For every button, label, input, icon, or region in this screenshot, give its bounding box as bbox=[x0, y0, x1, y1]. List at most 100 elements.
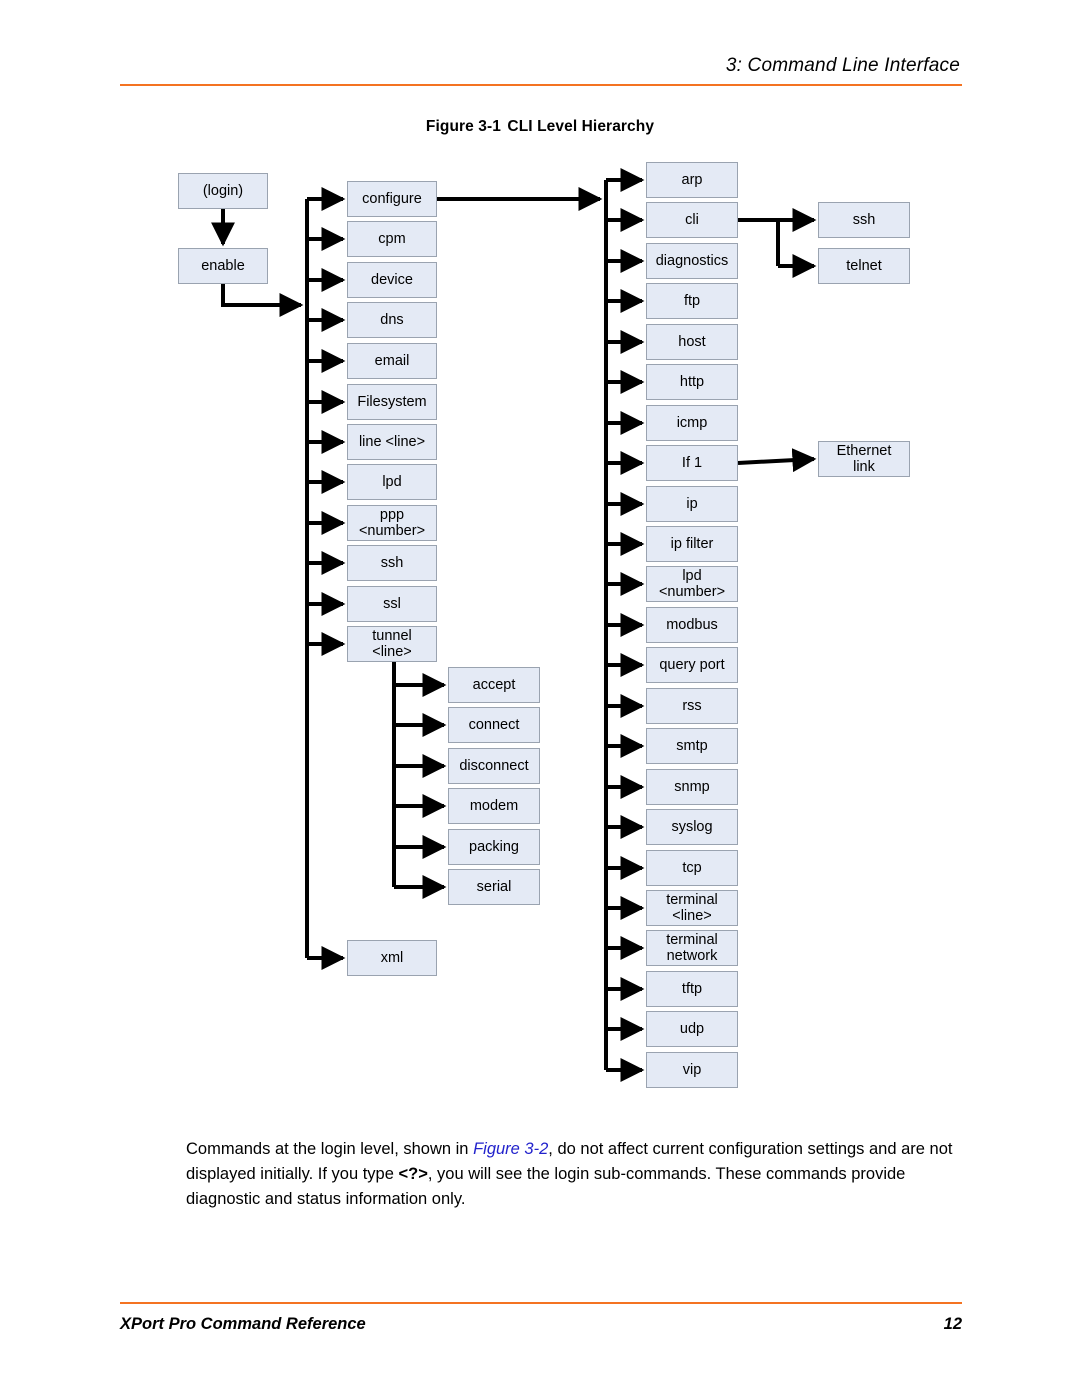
node-label: udp bbox=[679, 1021, 705, 1037]
node-terminal-network: terminal network bbox=[646, 930, 738, 966]
node-label: host bbox=[678, 334, 706, 350]
node-label: tunnel <line> bbox=[372, 628, 412, 660]
node-label: email bbox=[374, 353, 410, 369]
footer-rule bbox=[120, 1302, 962, 1304]
node-lpd-number: lpd <number> bbox=[646, 566, 738, 602]
node-accept: accept bbox=[448, 667, 540, 703]
node-xml: xml bbox=[347, 940, 437, 976]
node-label: ftp bbox=[683, 293, 701, 309]
node-ipfilter: ip filter bbox=[646, 526, 738, 562]
node-label: Filesystem bbox=[357, 394, 427, 410]
node-label: smtp bbox=[676, 738, 708, 754]
node-if1: If 1 bbox=[646, 445, 738, 481]
node-ethernet-link: Ethernet link bbox=[818, 441, 910, 477]
node-vip: vip bbox=[646, 1052, 738, 1088]
node-ssh-right: ssh bbox=[818, 202, 910, 238]
node-label: ip bbox=[686, 496, 698, 512]
node-ftp: ftp bbox=[646, 283, 738, 319]
node-label: serial bbox=[476, 879, 512, 895]
node-syslog: syslog bbox=[646, 809, 738, 845]
node-label: If 1 bbox=[681, 455, 703, 471]
node-diagnostics: diagnostics bbox=[646, 243, 738, 279]
node-label: xml bbox=[380, 950, 404, 966]
document-page: 3: Command Line Interface Figure 3-1 CLI… bbox=[0, 0, 1080, 1397]
node-label: ip filter bbox=[670, 536, 714, 552]
node-packing: packing bbox=[448, 829, 540, 865]
node-label: telnet bbox=[846, 258, 882, 274]
paragraph-part-1: Commands at the login level, shown in bbox=[186, 1139, 474, 1158]
node-lpd: lpd bbox=[347, 464, 437, 500]
node-dns: dns bbox=[347, 302, 437, 338]
node-label: connect bbox=[468, 717, 520, 733]
footer-document-title: XPort Pro Command Reference bbox=[120, 1315, 366, 1333]
node-tcp: tcp bbox=[646, 850, 738, 886]
node-label: tftp bbox=[681, 981, 703, 997]
node-label: lpd bbox=[382, 474, 402, 490]
node-connect: connect bbox=[448, 707, 540, 743]
node-snmp: snmp bbox=[646, 769, 738, 805]
node-label: dns bbox=[380, 312, 404, 328]
node-http: http bbox=[646, 364, 738, 400]
node-ppp: ppp <number> bbox=[347, 505, 437, 541]
node-device: device bbox=[347, 262, 437, 298]
node-disconnect: disconnect bbox=[448, 748, 540, 784]
node-label: (login) bbox=[202, 183, 244, 199]
node-label: ppp <number> bbox=[358, 507, 426, 539]
body-paragraph: Commands at the login level, shown in Fi… bbox=[186, 1137, 961, 1212]
node-label: diagnostics bbox=[655, 253, 729, 269]
node-label: packing bbox=[469, 839, 519, 855]
node-icmp: icmp bbox=[646, 405, 738, 441]
question-mark-key: <?> bbox=[398, 1164, 428, 1183]
node-label: Ethernet link bbox=[836, 443, 892, 475]
cli-hierarchy-diagram: (login) enable configure cpm device dns email F… bbox=[0, 0, 1080, 1110]
node-tftp: tftp bbox=[646, 971, 738, 1007]
node-ssh-left: ssh bbox=[347, 545, 437, 581]
node-label: lpd <number> bbox=[658, 568, 726, 600]
connector-enable-elbow bbox=[221, 284, 287, 307]
node-label: ssh bbox=[852, 212, 876, 228]
node-enable: enable bbox=[178, 248, 268, 284]
node-label: enable bbox=[201, 258, 245, 274]
node-label: cli bbox=[685, 212, 699, 228]
node-label: terminal network bbox=[666, 932, 718, 964]
node-label: disconnect bbox=[459, 758, 529, 774]
node-label: snmp bbox=[674, 779, 710, 795]
node-label: modem bbox=[469, 798, 519, 814]
node-label: arp bbox=[681, 172, 703, 188]
node-arp: arp bbox=[646, 162, 738, 198]
node-modem: modem bbox=[448, 788, 540, 824]
node-login: (login) bbox=[178, 173, 268, 209]
node-label: rss bbox=[682, 698, 702, 714]
diagram-connectors bbox=[211, 168, 817, 1082]
node-modbus: modbus bbox=[646, 607, 738, 643]
node-configure: configure bbox=[347, 181, 437, 217]
node-label: cpm bbox=[378, 231, 406, 247]
node-label: ssh bbox=[380, 555, 404, 571]
node-label: ssl bbox=[383, 596, 401, 612]
footer-page-number: 12 bbox=[943, 1315, 962, 1333]
node-ssl: ssl bbox=[347, 586, 437, 622]
node-filesystem: Filesystem bbox=[347, 384, 437, 420]
node-udp: udp bbox=[646, 1011, 738, 1047]
node-serial: serial bbox=[448, 869, 540, 905]
node-queryport: query port bbox=[646, 647, 738, 683]
node-label: http bbox=[679, 374, 705, 390]
node-label: configure bbox=[362, 191, 422, 207]
node-rss: rss bbox=[646, 688, 738, 724]
node-tunnel: tunnel <line> bbox=[347, 626, 437, 662]
node-label: tcp bbox=[682, 860, 702, 876]
connector-if1-to-ethernet-link bbox=[737, 448, 817, 473]
node-label: line <line> bbox=[358, 434, 426, 450]
node-terminal-line: terminal <line> bbox=[646, 890, 738, 926]
node-label: terminal <line> bbox=[666, 892, 718, 924]
node-label: syslog bbox=[671, 819, 713, 835]
figure-cross-reference[interactable]: Figure 3-2 bbox=[473, 1140, 548, 1158]
node-label: query port bbox=[659, 657, 725, 673]
node-telnet: telnet bbox=[818, 248, 910, 284]
node-label: accept bbox=[472, 677, 516, 693]
node-email: email bbox=[347, 343, 437, 379]
node-cli: cli bbox=[646, 202, 738, 238]
node-cpm: cpm bbox=[347, 221, 437, 257]
node-smtp: smtp bbox=[646, 728, 738, 764]
node-host: host bbox=[646, 324, 738, 360]
